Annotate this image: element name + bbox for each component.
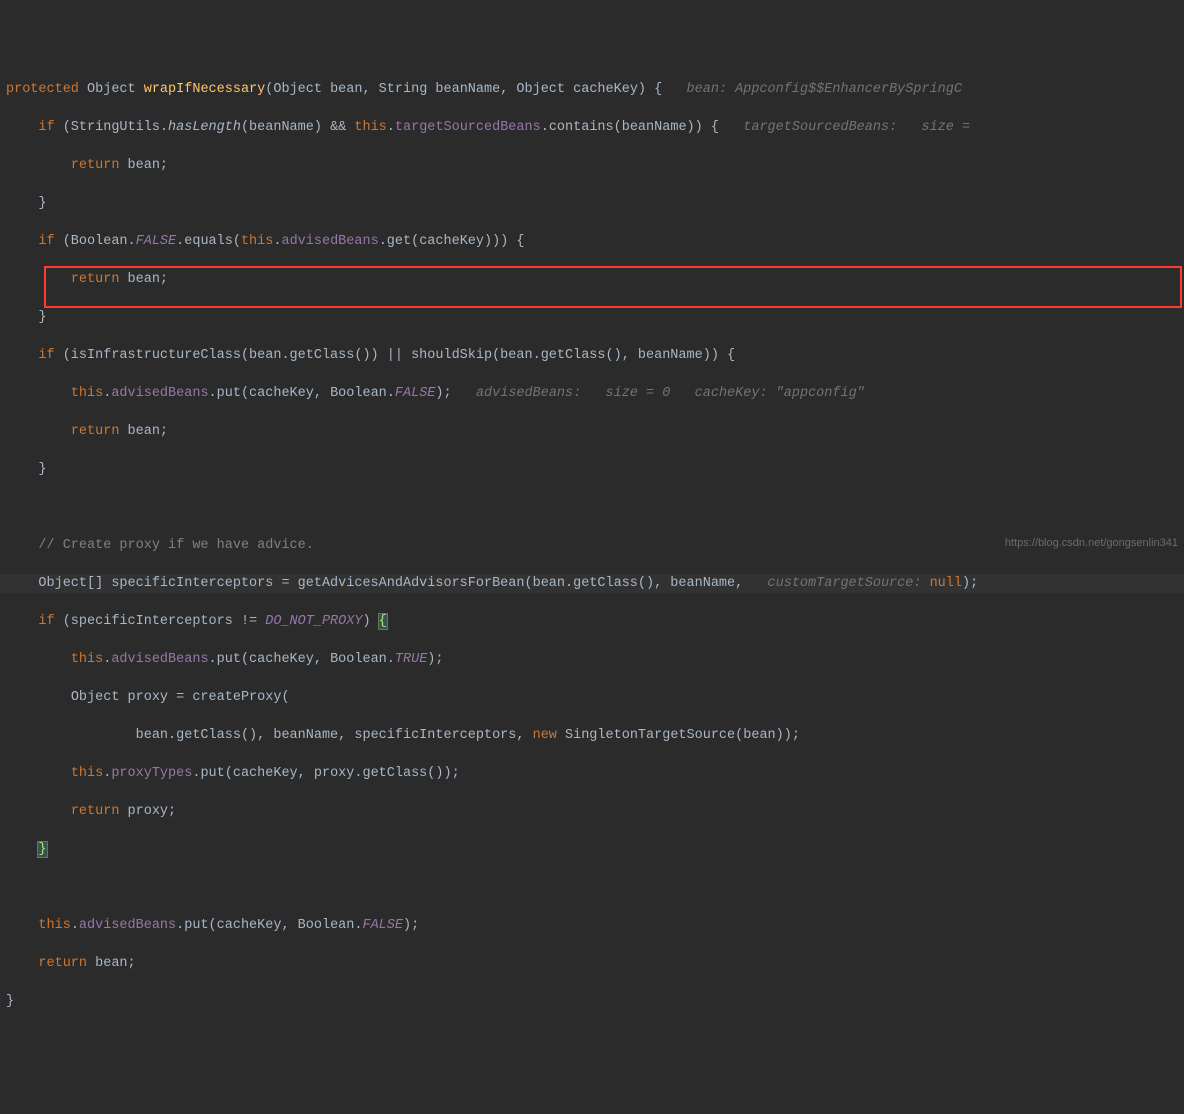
keyword: return	[71, 272, 120, 287]
code-line: if (StringUtils.hasLength(beanName) && t…	[0, 118, 1184, 137]
field: advisedBeans	[111, 652, 208, 667]
watermark: https://blog.csdn.net/gongsenlin341	[1005, 534, 1178, 553]
code: );	[427, 652, 443, 667]
brace: }	[38, 462, 46, 477]
code: );	[403, 918, 419, 933]
keyword: protected	[6, 82, 79, 97]
code-line: this.advisedBeans.put(cacheKey, Boolean.…	[0, 650, 1184, 669]
code-line: return proxy;	[0, 802, 1184, 821]
code: );	[962, 576, 978, 591]
code: SingletonTargetSource(bean));	[557, 728, 800, 743]
keyword: this	[71, 652, 103, 667]
keyword: new	[533, 728, 557, 743]
code-line	[0, 498, 1184, 517]
brace: }	[6, 994, 14, 1009]
code: .get(cacheKey))) {	[379, 234, 525, 249]
code: (isInfrastructureClass(bean.getClass()) …	[55, 348, 736, 363]
code-line: protected Object wrapIfNecessary(Object …	[0, 80, 1184, 99]
code: (specificInterceptors !=	[55, 614, 266, 629]
code: Object proxy = createProxy(	[71, 690, 290, 705]
inline-hint: targetSourcedBeans: size =	[719, 120, 970, 135]
keyword: if	[38, 348, 54, 363]
code-line: return bean;	[0, 422, 1184, 441]
inline-hint: bean: Appconfig$$EnhancerBySpringC	[662, 82, 962, 97]
brace: }	[38, 310, 46, 325]
constant: FALSE	[362, 918, 403, 933]
code: (Boolean.	[55, 234, 136, 249]
keyword: this	[354, 120, 386, 135]
keyword: null	[921, 576, 962, 591]
code: .	[103, 652, 111, 667]
code: (beanName) &&	[241, 120, 354, 135]
field: advisedBeans	[111, 386, 208, 401]
code: bean;	[119, 424, 168, 439]
constant: DO_NOT_PROXY	[265, 614, 362, 629]
code-line: bean.getClass(), beanName, specificInter…	[0, 726, 1184, 745]
code-line: this.advisedBeans.put(cacheKey, Boolean.…	[0, 916, 1184, 935]
type: Object	[79, 82, 144, 97]
code-line: if (Boolean.FALSE.equals(this.advisedBea…	[0, 232, 1184, 251]
code-line: if (specificInterceptors != DO_NOT_PROXY…	[0, 612, 1184, 631]
code-line: }	[0, 308, 1184, 327]
code-line: }	[0, 992, 1184, 1011]
param-hint: customTargetSource:	[751, 576, 921, 591]
code: (StringUtils.	[55, 120, 168, 135]
keyword: if	[38, 234, 54, 249]
code: );	[435, 386, 451, 401]
keyword: if	[38, 614, 54, 629]
code: Object[] specificInterceptors = getAdvic…	[38, 576, 751, 591]
constant: TRUE	[395, 652, 427, 667]
code: proxy;	[119, 804, 176, 819]
code-line: this.proxyTypes.put(cacheKey, proxy.getC…	[0, 764, 1184, 783]
code-line: Object proxy = createProxy(	[0, 688, 1184, 707]
code-line: return bean;	[0, 156, 1184, 175]
code: .equals(	[176, 234, 241, 249]
code-line	[0, 878, 1184, 897]
brace: }	[38, 196, 46, 211]
matched-brace: {	[379, 614, 387, 629]
field: advisedBeans	[79, 918, 176, 933]
comment: // Create proxy if we have advice.	[38, 538, 313, 553]
code: .put(cacheKey, proxy.getClass());	[192, 766, 459, 781]
code: bean;	[87, 956, 136, 971]
field: proxyTypes	[111, 766, 192, 781]
code-line: if (isInfrastructureClass(bean.getClass(…	[0, 346, 1184, 365]
code: .contains(beanName)) {	[541, 120, 719, 135]
keyword: this	[38, 918, 70, 933]
code-line: this.advisedBeans.put(cacheKey, Boolean.…	[0, 384, 1184, 403]
code: .	[387, 120, 395, 135]
code: bean;	[119, 158, 168, 173]
keyword: this	[241, 234, 273, 249]
code: bean;	[119, 272, 168, 287]
code: bean.getClass(), beanName, specificInter…	[136, 728, 533, 743]
code: .put(cacheKey, Boolean.	[176, 918, 362, 933]
code-line: }	[0, 194, 1184, 213]
code-line: }	[0, 840, 1184, 859]
keyword: return	[38, 956, 87, 971]
code-line: return bean;	[0, 270, 1184, 289]
code-line: return bean;	[0, 954, 1184, 973]
constant: FALSE	[395, 386, 436, 401]
code: )	[362, 614, 378, 629]
code-line: }	[0, 460, 1184, 479]
keyword: return	[71, 424, 120, 439]
keyword: this	[71, 386, 103, 401]
keyword: if	[38, 120, 54, 135]
field: targetSourcedBeans	[395, 120, 541, 135]
field: advisedBeans	[281, 234, 378, 249]
matched-brace: }	[38, 842, 46, 857]
inline-hint: advisedBeans: size = 0 cacheKey: "appcon…	[452, 386, 865, 401]
code-line-highlighted: Object[] specificInterceptors = getAdvic…	[0, 574, 1184, 593]
keyword: return	[71, 804, 120, 819]
method-name: wrapIfNecessary	[144, 82, 266, 97]
keyword: return	[71, 158, 120, 173]
code: .put(cacheKey, Boolean.	[209, 386, 395, 401]
code: .put(cacheKey, Boolean.	[209, 652, 395, 667]
code: .	[103, 766, 111, 781]
code: .	[71, 918, 79, 933]
params: (Object bean, String beanName, Object ca…	[265, 82, 662, 97]
constant: FALSE	[136, 234, 177, 249]
keyword: this	[71, 766, 103, 781]
static-method: hasLength	[168, 120, 241, 135]
